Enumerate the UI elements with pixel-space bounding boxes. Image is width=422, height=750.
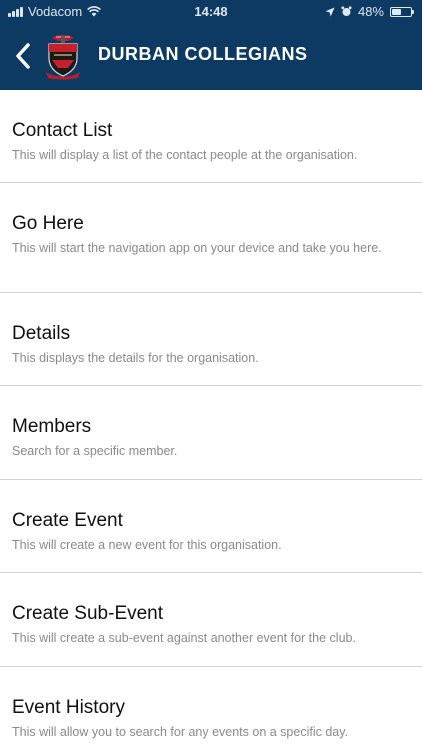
menu-item-label: Create Event [12,510,123,531]
club-crest-logo [46,35,80,80]
battery-percent: 48% [357,4,384,19]
back-chevron-icon [16,43,30,69]
app-header: Vodacom 14:48 48% DURBAN COLLEGIANS [0,0,422,90]
page-title: DURBAN COLLEGIANS [98,44,308,64]
location-arrow-icon [325,7,335,16]
menu-item-go-here[interactable]: Go Here This will start the navigation a… [0,183,422,293]
menu-list: Contact List This will display a list of… [0,90,422,750]
menu-item-event-history[interactable]: Event History This will allow you to sea… [0,667,422,750]
menu-item-contact-list[interactable]: Contact List This will display a list of… [0,90,422,183]
battery-icon [390,6,414,17]
menu-item-description: This will start the navigation app on yo… [12,241,382,255]
status-right: 48% [325,4,414,19]
menu-item-create-sub-event[interactable]: Create Sub-Event This will create a sub-… [0,573,422,667]
menu-item-details[interactable]: Details This displays the details for th… [0,293,422,386]
menu-item-create-event[interactable]: Create Event This will create a new even… [0,480,422,573]
battery-fill [392,8,401,15]
menu-item-description: This displays the details for the organi… [12,351,259,365]
alarm-clock-icon [341,6,352,16]
menu-item-label: Details [12,323,71,344]
menu-item-description: Search for a specific member. [12,444,178,458]
menu-item-label: Go Here [12,213,84,234]
menu-item-label: Members [12,416,92,437]
status-bar: Vodacom 14:48 48% [0,0,422,22]
menu-item-description: This will create a new event for this or… [12,538,282,552]
menu-item-members[interactable]: Members Search for a specific member. [0,386,422,480]
menu-item-description: This will create a sub-event against ano… [12,631,356,645]
back-button[interactable] [10,40,36,72]
menu-item-label: Create Sub-Event [12,603,164,624]
menu-item-description: This will display a list of the contact … [12,148,358,162]
menu-item-description: This will allow you to search for any ev… [12,725,349,739]
menu-item-label: Contact List [12,120,113,141]
menu-item-label: Event History [12,697,125,718]
